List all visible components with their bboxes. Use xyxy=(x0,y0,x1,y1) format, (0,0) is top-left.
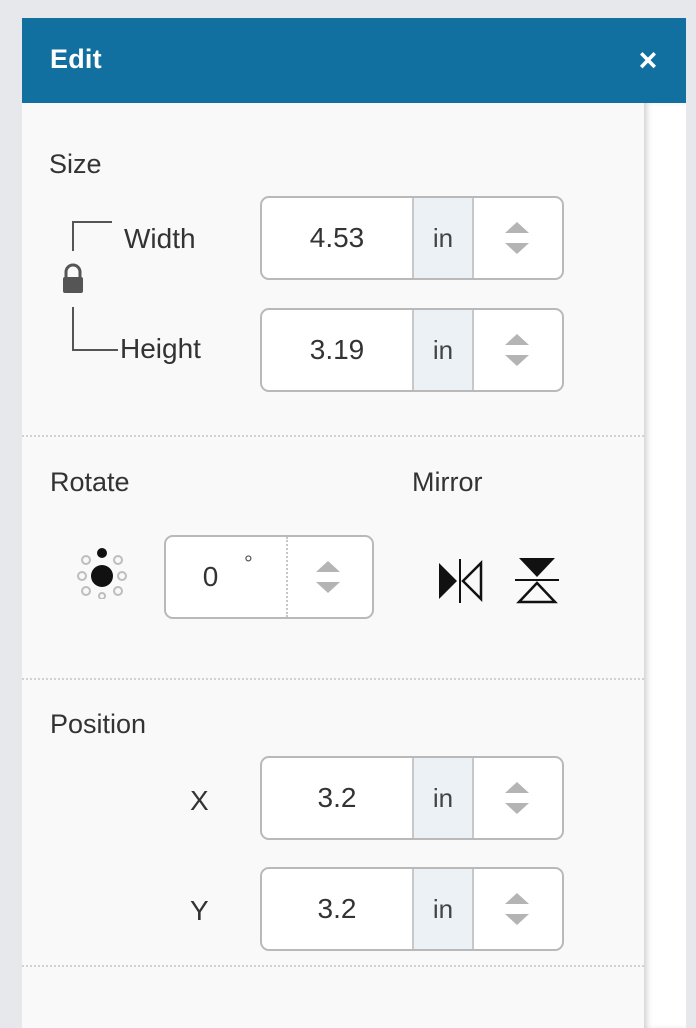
x-unit-select[interactable]: in xyxy=(412,758,474,838)
rotate-decrement-icon[interactable] xyxy=(316,582,340,593)
y-decrement-icon[interactable] xyxy=(505,914,529,925)
lock-bracket-top xyxy=(72,221,112,223)
height-increment-icon[interactable] xyxy=(505,334,529,345)
height-decrement-icon[interactable] xyxy=(505,355,529,366)
section-divider xyxy=(22,678,644,680)
width-field: 4.53 in xyxy=(260,196,564,280)
width-input[interactable]: 4.53 xyxy=(262,198,412,278)
x-field: 3.2 in xyxy=(260,756,564,840)
mirror-vertical-icon[interactable] xyxy=(514,555,560,605)
x-stepper[interactable] xyxy=(474,758,562,838)
x-increment-icon[interactable] xyxy=(505,782,529,793)
lock-bracket-upper xyxy=(72,221,74,251)
scrollbar-track[interactable] xyxy=(644,103,686,1028)
height-field: 3.19 in xyxy=(260,308,564,392)
mirror-section-title: Mirror xyxy=(412,467,483,497)
y-increment-icon[interactable] xyxy=(505,893,529,904)
mirror-horizontal-icon[interactable] xyxy=(436,558,484,604)
degree-unit: ° xyxy=(244,551,253,576)
x-label: X xyxy=(190,785,209,816)
height-input[interactable]: 3.19 xyxy=(262,310,412,390)
size-section-title: Size xyxy=(49,149,102,179)
y-stepper[interactable] xyxy=(474,869,562,949)
y-input[interactable]: 3.2 xyxy=(262,869,412,949)
rotate-stepper[interactable] xyxy=(286,537,372,617)
width-decrement-icon[interactable] xyxy=(505,243,529,254)
rotate-increment-icon[interactable] xyxy=(316,561,340,572)
height-unit-select[interactable]: in xyxy=(412,310,474,390)
section-divider xyxy=(22,435,644,437)
height-label: Height xyxy=(120,333,201,364)
x-input[interactable]: 3.2 xyxy=(262,758,412,838)
y-field: 3.2 in xyxy=(260,867,564,951)
width-label: Width xyxy=(124,223,196,254)
lock-bracket-bottom xyxy=(72,349,118,351)
panel-header: Edit × xyxy=(22,18,686,103)
lock-icon[interactable] xyxy=(60,263,86,297)
width-increment-icon[interactable] xyxy=(505,222,529,233)
rotate-section-title: Rotate xyxy=(50,467,130,497)
height-stepper[interactable] xyxy=(474,310,562,390)
section-divider xyxy=(22,965,644,967)
rotate-input[interactable]: 0 xyxy=(188,537,233,617)
close-button[interactable]: × xyxy=(626,38,670,82)
width-unit-select[interactable]: in xyxy=(412,198,474,278)
edit-panel: Edit × Size Width 4.53 in Height 3.19 in… xyxy=(22,18,686,1028)
x-decrement-icon[interactable] xyxy=(505,803,529,814)
y-label: Y xyxy=(190,895,209,926)
rotate-field: 0 ° xyxy=(164,535,374,619)
lock-bracket-lower xyxy=(72,307,74,351)
y-unit-select[interactable]: in xyxy=(412,869,474,949)
panel-title: Edit xyxy=(50,44,102,74)
rotate-dial-icon[interactable] xyxy=(76,545,130,600)
panel-body: Size Width 4.53 in Height 3.19 in Rotate… xyxy=(22,103,644,1028)
position-section-title: Position xyxy=(50,709,147,739)
width-stepper[interactable] xyxy=(474,198,562,278)
